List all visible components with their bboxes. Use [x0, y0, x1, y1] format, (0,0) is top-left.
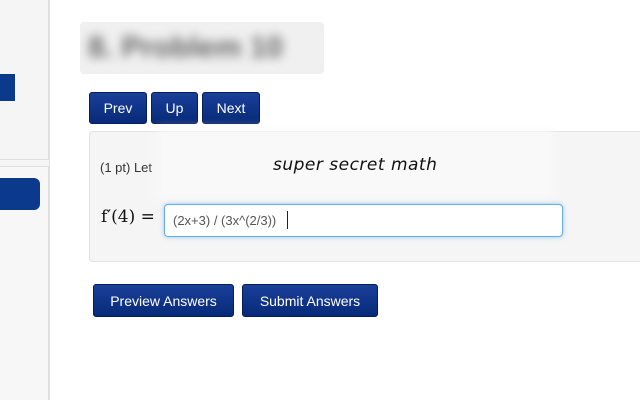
redacted-text: super secret math [273, 155, 438, 175]
answer-input[interactable] [164, 204, 563, 237]
submit-answers-button[interactable]: Submit Answers [242, 284, 378, 317]
sidebar [0, 0, 50, 400]
up-button[interactable]: Up [151, 92, 198, 124]
math-label: f′(4) = [101, 207, 155, 227]
preview-answers-button[interactable]: Preview Answers [93, 284, 234, 317]
problem-points-text: (1 pt) Let [100, 160, 153, 175]
text-cursor [287, 211, 288, 229]
next-button[interactable]: Next [202, 92, 260, 124]
sidebar-active-item[interactable] [0, 74, 15, 101]
sidebar-button[interactable] [0, 178, 40, 210]
problem-title: 8. Problem 10 [80, 22, 324, 74]
problem-title-text: 8. Problem 10 [88, 31, 284, 64]
prev-button[interactable]: Prev [89, 92, 147, 124]
